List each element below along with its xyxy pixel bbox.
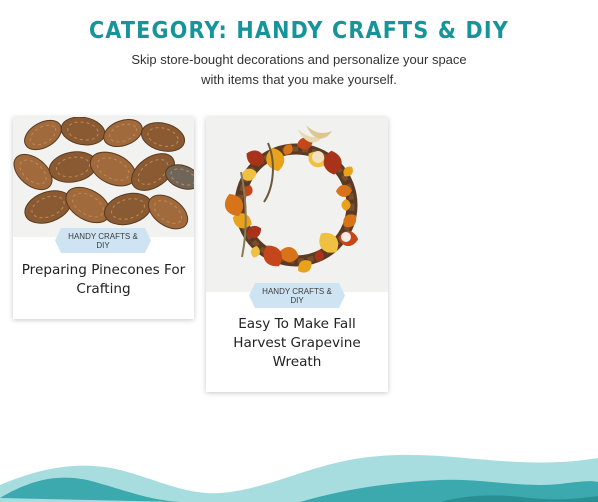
post-thumbnail-wreath[interactable] bbox=[206, 117, 388, 292]
post-thumbnail-pinecones[interactable] bbox=[13, 117, 194, 237]
fall-wreath-image bbox=[206, 117, 388, 292]
category-badge[interactable]: HANDY CRAFTS & DIY bbox=[55, 228, 151, 253]
page-title: CATEGORY: HANDY CRAFTS & DIY bbox=[89, 18, 509, 45]
category-badge[interactable]: HANDY CRAFTS & DIY bbox=[249, 283, 345, 308]
post-title-link[interactable]: Easy To Make Fall Harvest Grapevine Wrea… bbox=[212, 315, 382, 372]
post-card[interactable]: HANDY CRAFTS & DIY Easy To Make Fall Har… bbox=[206, 117, 388, 392]
category-description: Skip store-bought decorations and person… bbox=[131, 52, 467, 87]
post-card[interactable]: HANDY CRAFTS & DIY Preparing Pinecones F… bbox=[13, 117, 194, 319]
post-title-link[interactable]: Preparing Pinecones For Crafting bbox=[19, 261, 188, 299]
decorative-waves bbox=[0, 454, 598, 502]
pinecones-image bbox=[13, 117, 194, 237]
